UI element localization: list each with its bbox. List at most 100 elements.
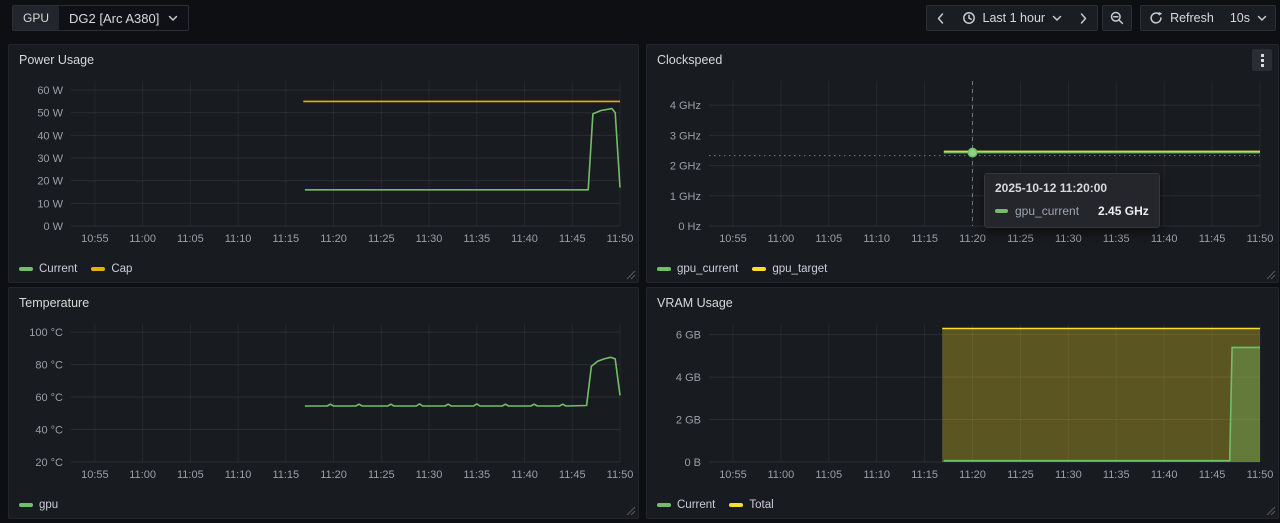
x-tick-label: 11:50: [607, 233, 634, 245]
variable-label: GPU: [13, 6, 59, 30]
tooltip-row: gpu_current 2.45 GHz: [985, 200, 1159, 227]
refresh-button[interactable]: Refresh: [1141, 6, 1222, 30]
x-tick-label: 11:15: [272, 233, 299, 245]
y-tick-label: 50 W: [37, 108, 63, 120]
panel-title[interactable]: Power Usage: [19, 53, 94, 67]
chevron-down-icon: [1052, 14, 1062, 22]
x-tick-label: 11:40: [1151, 233, 1178, 245]
panel-resize-handle[interactable]: [626, 270, 636, 280]
legend-swatch: [729, 503, 743, 507]
x-tick-label: 11:05: [177, 469, 204, 481]
legend-item-Current[interactable]: Current: [657, 499, 715, 511]
tooltip-timestamp: 2025-10-12 11:20:00: [985, 174, 1159, 200]
vram-usage-legend: Current Total: [657, 499, 774, 511]
legend-label: gpu_target: [772, 263, 827, 275]
x-tick-label: 11:50: [1247, 233, 1274, 245]
time-range-group: Last 1 hour: [926, 5, 1099, 31]
x-tick-label: 11:35: [1103, 469, 1130, 481]
legend-swatch: [91, 267, 105, 271]
refresh-label: Refresh: [1170, 11, 1214, 25]
chevron-left-icon: [934, 12, 947, 25]
panel-clockspeed: Clockspeed 0 Hz1 GHz2 GHz3 GHz4 GHz10:55…: [646, 44, 1279, 283]
x-tick-label: 11:30: [1055, 469, 1082, 481]
panel-title[interactable]: VRAM Usage: [657, 296, 733, 310]
y-tick-label: 60 °C: [35, 392, 63, 404]
dashboard-toolbar: GPU DG2 [Arc A380] Last 1 hour: [0, 0, 1280, 36]
x-tick-label: 11:20: [959, 469, 986, 481]
clockspeed-legend: gpu_current gpu_target: [657, 263, 827, 275]
x-tick-label: 11:00: [768, 233, 795, 245]
x-tick-label: 11:20: [959, 233, 986, 245]
x-tick-label: 11:05: [177, 233, 204, 245]
x-tick-label: 11:20: [320, 233, 347, 245]
legend-item-gpu[interactable]: gpu: [19, 499, 58, 511]
legend-label: Current: [39, 263, 77, 275]
panel-resize-handle[interactable]: [1266, 270, 1276, 280]
refresh-icon: [1149, 11, 1163, 25]
y-tick-label: 20 W: [37, 176, 63, 188]
chevron-right-icon: [1077, 12, 1090, 25]
temperature-legend: gpu: [19, 499, 58, 511]
template-variable-gpu[interactable]: GPU DG2 [Arc A380]: [12, 5, 189, 31]
panel-title[interactable]: Temperature: [19, 296, 89, 310]
legend-swatch: [752, 267, 766, 271]
y-tick-label: 0 Hz: [678, 221, 701, 233]
panel-resize-handle[interactable]: [626, 506, 636, 516]
x-tick-label: 11:05: [815, 233, 842, 245]
time-range-picker-button[interactable]: Last 1 hour: [954, 6, 1071, 30]
chevron-down-icon: [1257, 14, 1267, 22]
refresh-interval-dropdown[interactable]: 10s: [1222, 6, 1275, 30]
time-shift-back-button[interactable]: [927, 6, 954, 30]
panel-menu-kebab-icon[interactable]: [1252, 49, 1272, 71]
legend-swatch: [19, 267, 33, 271]
x-tick-label: 11:10: [863, 233, 890, 245]
y-tick-label: 4 GB: [676, 372, 701, 384]
x-tick-label: 10:55: [719, 469, 747, 481]
legend-label: Cap: [111, 263, 132, 275]
y-tick-label: 4 GHz: [670, 100, 701, 112]
vram-usage-chart[interactable]: 0 B2 GB4 GB6 GB10:5511:0011:0511:1011:15…: [647, 316, 1278, 488]
temperature-chart[interactable]: 20 °C40 °C60 °C80 °C100 °C10:5511:0011:0…: [9, 316, 638, 488]
panel-title[interactable]: Clockspeed: [657, 53, 722, 67]
y-tick-label: 60 W: [37, 85, 63, 97]
refresh-group: Refresh 10s: [1140, 5, 1276, 31]
x-tick-label: 11:25: [368, 233, 395, 245]
x-tick-label: 10:55: [719, 233, 747, 245]
y-tick-label: 2 GB: [676, 415, 701, 427]
y-tick-label: 20 °C: [35, 457, 63, 469]
zoom-out-time-button[interactable]: [1103, 6, 1131, 30]
legend-item-Cap[interactable]: Cap: [91, 263, 132, 275]
y-tick-label: 6 GB: [676, 330, 701, 342]
panel-header: Power Usage: [9, 45, 638, 73]
legend-item-Total[interactable]: Total: [729, 499, 773, 511]
variable-value: DG2 [Arc A380]: [69, 11, 159, 26]
legend-swatch: [657, 267, 671, 271]
legend-label: Current: [677, 499, 715, 511]
tooltip-series-value: 2.45 GHz: [1098, 204, 1149, 218]
legend-item-gpu_target[interactable]: gpu_target: [752, 263, 827, 275]
x-tick-label: 11:15: [272, 469, 299, 481]
panel-resize-handle[interactable]: [1266, 506, 1276, 516]
x-tick-label: 11:35: [463, 469, 490, 481]
x-tick-label: 11:25: [1007, 469, 1034, 481]
x-tick-label: 11:15: [911, 469, 938, 481]
x-tick-label: 11:10: [863, 469, 890, 481]
legend-item-Current[interactable]: Current: [19, 263, 77, 275]
clockspeed-chart[interactable]: 0 Hz1 GHz2 GHz3 GHz4 GHz10:5511:0011:051…: [647, 73, 1278, 252]
y-tick-label: 0 W: [43, 221, 63, 233]
x-tick-label: 10:55: [81, 233, 109, 245]
refresh-interval-value: 10s: [1230, 11, 1250, 25]
x-tick-label: 11:25: [368, 469, 395, 481]
x-tick-label: 11:35: [463, 233, 490, 245]
x-tick-label: 11:45: [559, 469, 586, 481]
power-usage-chart[interactable]: 0 W10 W20 W30 W40 W50 W60 W10:5511:0011:…: [9, 73, 638, 252]
panel-power-usage: Power Usage 0 W10 W20 W30 W40 W50 W60 W1…: [8, 44, 639, 283]
x-tick-label: 11:30: [416, 469, 443, 481]
variable-value-dropdown[interactable]: DG2 [Arc A380]: [59, 6, 188, 30]
x-tick-label: 11:20: [320, 469, 347, 481]
x-tick-label: 10:55: [81, 469, 109, 481]
time-shift-forward-button[interactable]: [1070, 6, 1097, 30]
legend-label: gpu: [39, 499, 58, 511]
x-tick-label: 11:35: [1103, 233, 1130, 245]
legend-item-gpu_current[interactable]: gpu_current: [657, 263, 738, 275]
